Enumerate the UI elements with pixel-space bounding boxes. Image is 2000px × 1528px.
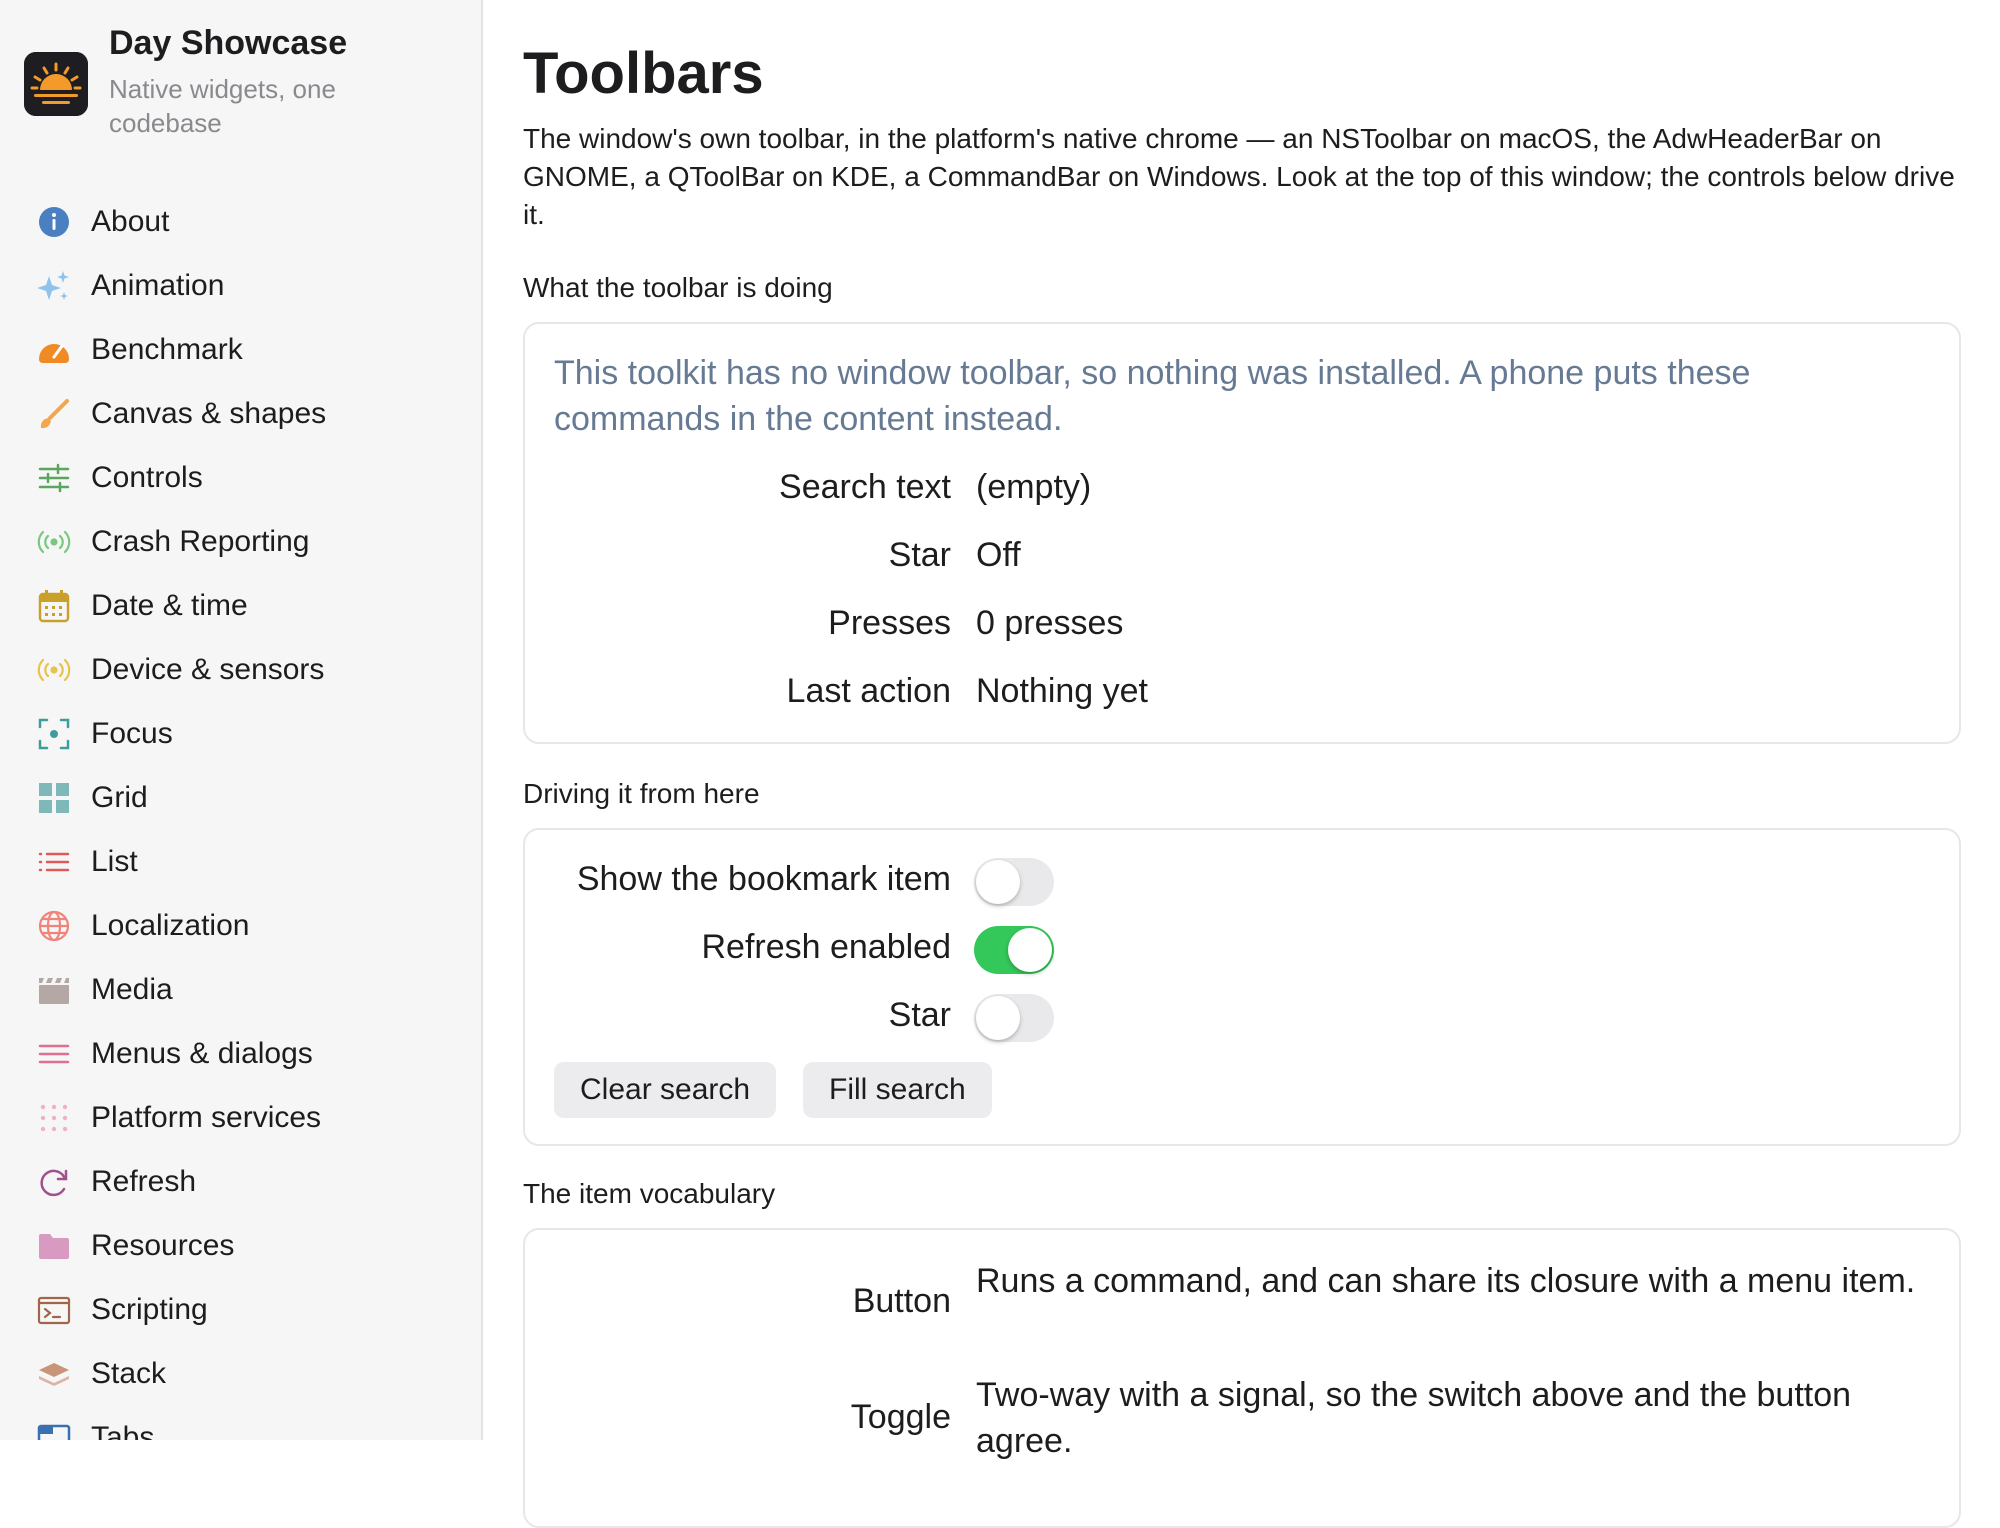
toggle-label-bookmark: Show the bookmark item xyxy=(576,860,951,898)
sidebar-item-label: Focus xyxy=(91,717,173,750)
sidebar-item-label: Refresh xyxy=(91,1165,197,1198)
vocab-key-button: Button xyxy=(852,1282,951,1320)
toggle-knob xyxy=(976,860,1020,904)
sidebar-item-label: Grid xyxy=(91,781,148,814)
sidebar-item-about[interactable]: About xyxy=(0,190,481,254)
calendar-icon xyxy=(36,588,72,624)
status-value-presses: 0 presses xyxy=(976,604,1124,642)
toggle-knob xyxy=(976,996,1020,1040)
vocab-card: Button Runs a command, and can share its… xyxy=(523,1228,1961,1528)
info-icon xyxy=(36,204,72,240)
stack-icon xyxy=(36,1356,72,1392)
sidebar-item-focus[interactable]: Focus xyxy=(0,702,481,766)
sidebar-item-controls[interactable]: Controls xyxy=(0,446,481,510)
sidebar-item-label: Menus & dialogs xyxy=(91,1037,313,1070)
clapper-icon xyxy=(36,972,72,1008)
sidebar-item-label: Tabs xyxy=(91,1421,155,1440)
sidebar-item-label: Date & time xyxy=(91,589,248,622)
app-title: Day Showcase xyxy=(109,24,348,62)
status-value-last-action: Nothing yet xyxy=(976,672,1148,710)
no-toolbar-note: This toolkit has no window toolbar, so n… xyxy=(554,354,1751,438)
sidebar-item-device-sensors[interactable]: Device & sensors xyxy=(0,638,481,702)
broadcast-icon xyxy=(36,524,72,560)
sidebar-item-label: Platform services xyxy=(91,1101,322,1134)
sidebar-item-scripting[interactable]: Scripting xyxy=(0,1278,481,1342)
sidebar-item-refresh[interactable]: Refresh xyxy=(0,1150,481,1214)
sliders-icon xyxy=(36,460,72,496)
refresh-enabled-toggle[interactable] xyxy=(974,926,1054,974)
brush-icon xyxy=(36,396,72,432)
sensor-icon xyxy=(36,652,72,688)
globe-icon xyxy=(36,908,72,944)
focus-icon xyxy=(36,716,72,752)
folder-icon xyxy=(36,1228,72,1264)
sparkles-icon xyxy=(36,268,72,304)
sidebar-item-label: Stack xyxy=(91,1357,167,1390)
sidebar-item-label: Media xyxy=(91,973,173,1006)
clear-search-button[interactable]: Clear search xyxy=(554,1062,777,1118)
sidebar-item-stack[interactable]: Stack xyxy=(0,1342,481,1406)
sidebar-item-label: Benchmark xyxy=(91,333,243,366)
page-title: Toolbars xyxy=(523,41,764,106)
sidebar-item-label: Animation xyxy=(91,269,225,302)
app-logo-icon xyxy=(24,52,88,116)
status-card: This toolkit has no window toolbar, so n… xyxy=(523,322,1961,744)
sidebar-item-tabs[interactable]: Tabs xyxy=(0,1406,481,1440)
sidebar-item-label: Controls xyxy=(91,461,203,494)
grid-icon xyxy=(36,780,72,816)
sidebar-item-label: Canvas & shapes xyxy=(91,397,327,430)
sidebar-item-crash-reporting[interactable]: Crash Reporting xyxy=(0,510,481,574)
dots-icon xyxy=(36,1100,72,1136)
list-icon xyxy=(36,844,72,880)
fill-search-button[interactable]: Fill search xyxy=(803,1062,992,1118)
toggle-label-refresh: Refresh enabled xyxy=(701,928,951,966)
sidebar-item-label: Localization xyxy=(91,909,250,942)
status-key-star: Star xyxy=(888,536,951,574)
sidebar-item-label: Device & sensors xyxy=(91,653,325,686)
status-section-label: What the toolbar is doing xyxy=(523,272,833,303)
sidebar-item-label: List xyxy=(91,845,138,878)
speedometer-icon xyxy=(36,332,72,368)
drive-card: Show the bookmark item Refresh enabled S… xyxy=(523,828,1961,1146)
status-value-star: Off xyxy=(976,536,1021,574)
app-subtitle: Native widgets, one codebase xyxy=(109,74,336,138)
status-value-search-text: (empty) xyxy=(976,468,1092,506)
refresh-icon xyxy=(36,1164,72,1200)
toggle-knob xyxy=(1008,928,1052,972)
sidebar-item-label: Resources xyxy=(91,1229,235,1262)
sidebar-nav: About Animation Benchmark Canvas & shape… xyxy=(0,190,481,1440)
vocab-section-label: The item vocabulary xyxy=(523,1178,776,1209)
toggle-label-star: Star xyxy=(888,996,951,1034)
sidebar-item-list[interactable]: List xyxy=(0,830,481,894)
sidebar-item-platform-services[interactable]: Platform services xyxy=(0,1086,481,1150)
sidebar-item-label: About xyxy=(91,205,170,238)
sidebar-item-date-time[interactable]: Date & time xyxy=(0,574,481,638)
status-key-presses: Presses xyxy=(828,604,951,642)
vocab-value-button: Runs a command, and can share its closur… xyxy=(976,1262,1916,1300)
bookmark-toggle[interactable] xyxy=(974,858,1054,906)
sidebar-item-resources[interactable]: Resources xyxy=(0,1214,481,1278)
sidebar-item-label: Scripting xyxy=(91,1293,208,1326)
star-toggle[interactable] xyxy=(974,994,1054,1042)
sidebar-item-media[interactable]: Media xyxy=(0,958,481,1022)
sidebar-item-menus-dialogs[interactable]: Menus & dialogs xyxy=(0,1022,481,1086)
status-key-search-text: Search text xyxy=(779,468,951,506)
menu-icon xyxy=(36,1036,72,1072)
sidebar-item-grid[interactable]: Grid xyxy=(0,766,481,830)
status-key-last-action: Last action xyxy=(786,672,951,710)
intro-text: The window's own toolbar, in the platfor… xyxy=(523,123,1955,230)
vocab-key-toggle: Toggle xyxy=(850,1398,951,1436)
sidebar-item-benchmark[interactable]: Benchmark xyxy=(0,318,481,382)
sidebar-item-animation[interactable]: Animation xyxy=(0,254,481,318)
vocab-value-toggle: Two-way with a signal, so the switch abo… xyxy=(976,1376,1852,1460)
sidebar-item-canvas-shapes[interactable]: Canvas & shapes xyxy=(0,382,481,446)
terminal-icon xyxy=(36,1292,72,1328)
sidebar-item-localization[interactable]: Localization xyxy=(0,894,481,958)
sidebar-item-label: Crash Reporting xyxy=(91,525,310,558)
sidebar: Day Showcase Native widgets, one codebas… xyxy=(0,0,483,1440)
tabs-icon xyxy=(36,1420,72,1440)
drive-section-label: Driving it from here xyxy=(523,778,760,809)
